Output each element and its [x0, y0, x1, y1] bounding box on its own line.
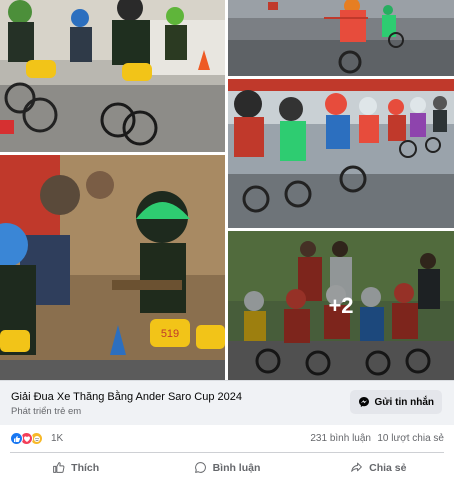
comment-count[interactable]: 231 bình luận: [310, 433, 371, 444]
send-message-label: Gửi tin nhắn: [374, 396, 434, 408]
reaction-stats: 1K 231 bình luận 10 lượt chia sẻ: [0, 427, 454, 451]
thumbs-up-icon: [53, 462, 65, 473]
share-count[interactable]: 10 lượt chia sẻ: [377, 433, 444, 444]
photo-grid: 519 +2: [0, 0, 454, 380]
preview-title[interactable]: Giải Đua Xe Thăng Bằng Ander Saro Cup 20…: [11, 391, 242, 403]
preview-subtitle: Phát triển trẻ em: [11, 406, 82, 417]
reaction-count[interactable]: 1K: [51, 433, 63, 444]
like-label: Thích: [71, 461, 100, 474]
like-reaction-icon: [10, 432, 23, 445]
photo-5[interactable]: +2: [228, 231, 454, 380]
share-icon: [351, 462, 363, 472]
messenger-icon: [358, 397, 369, 407]
share-label: Chia sẻ: [369, 461, 407, 474]
photo-4[interactable]: 519: [0, 155, 225, 380]
svg-text:519: 519: [161, 328, 179, 340]
post-card: 519 +2 Giải Đua Xe Thăng Bằng Ander Saro…: [0, 0, 454, 483]
photo-1[interactable]: [0, 0, 225, 152]
reaction-icons[interactable]: [10, 432, 43, 445]
action-bar: Thích Bình luận Chia sẻ: [0, 454, 454, 481]
link-preview[interactable]: Giải Đua Xe Thăng Bằng Ander Saro Cup 20…: [0, 380, 454, 425]
divider: [10, 452, 444, 453]
more-photos-count: +2: [328, 292, 354, 318]
comment-icon: [194, 462, 206, 473]
photo-2[interactable]: [228, 0, 454, 76]
photo-3[interactable]: [228, 79, 454, 228]
comment-button[interactable]: Bình luận: [151, 454, 302, 481]
like-button[interactable]: Thích: [0, 454, 151, 481]
more-photos-overlay[interactable]: +2: [228, 231, 454, 380]
comment-label: Bình luận: [212, 461, 261, 474]
send-message-button[interactable]: Gửi tin nhắn: [349, 390, 442, 414]
share-button[interactable]: Chia sẻ: [303, 454, 454, 481]
